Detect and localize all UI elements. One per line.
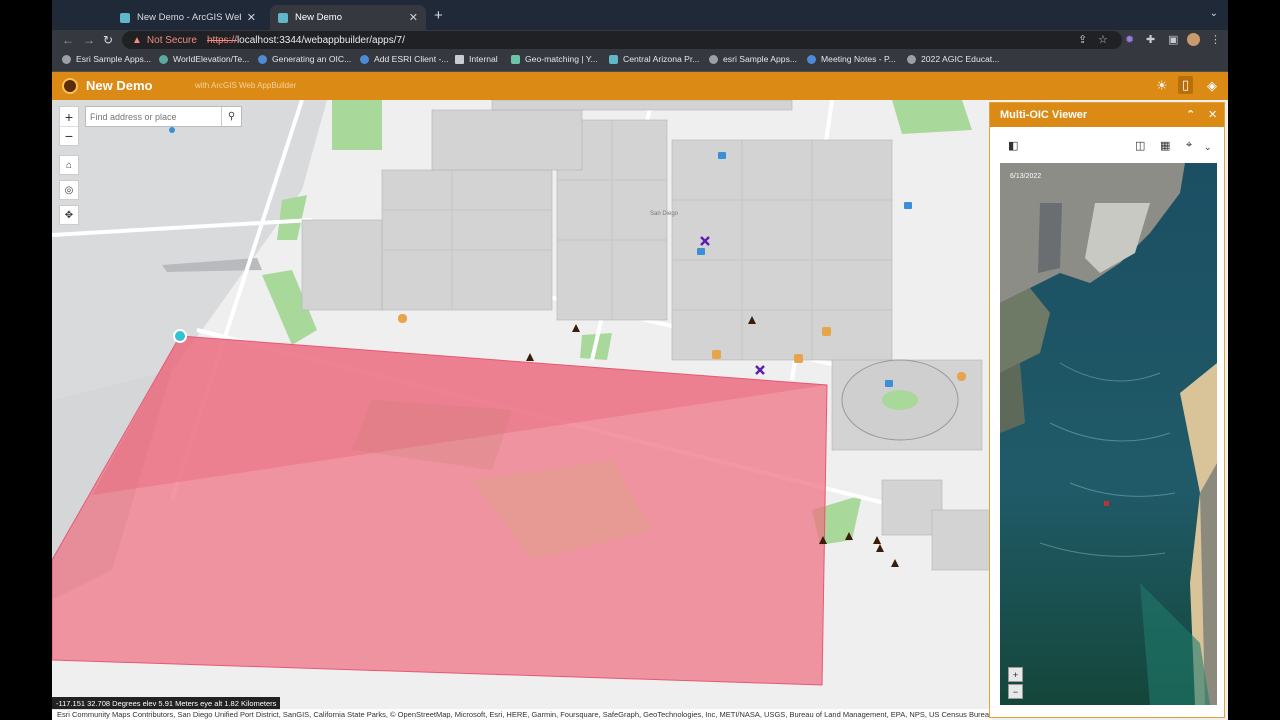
forward-arrow-icon[interactable]: → — [83, 33, 95, 47]
tab-new-demo[interactable]: New Demo ✕ — [270, 5, 426, 30]
zoom-in-button[interactable]: + — [60, 107, 78, 126]
locate-button[interactable]: ◎ — [59, 180, 79, 200]
folder-icon — [455, 54, 464, 64]
zoom-in-icon: + — [1012, 669, 1019, 680]
bookmark-item[interactable]: Geo-matching | Y... — [511, 54, 598, 64]
profile-avatar[interactable] — [1187, 33, 1200, 46]
panel-header: Multi-OIC Viewer ⌃ ✕ — [990, 103, 1224, 127]
address-bar-row: ← → ↻ ▲ Not Secure https:// localhost:33… — [52, 30, 1228, 50]
globe-icon — [709, 54, 718, 64]
warning-triangle-icon: ▲ — [132, 34, 142, 46]
bookmark-item[interactable]: Central Arizona Pr... — [609, 54, 699, 64]
photo-zoom-out-button[interactable]: − — [1008, 684, 1023, 699]
bookmark-item[interactable]: Generating an OIC... — [258, 54, 351, 64]
photo-zoom-in-button[interactable]: + — [1008, 667, 1023, 682]
app-header: New Demo with ArcGIS Web AppBuilder ☀ ▯ … — [52, 72, 1228, 100]
home-icon: ⌂ — [65, 159, 73, 171]
zoom-control: + − — [59, 106, 79, 146]
bookmark-label: Geo-matching | Y... — [525, 54, 598, 64]
tab-title: New Demo — [295, 12, 342, 23]
bookmark-item[interactable]: WorldElevation/Te... — [159, 54, 249, 64]
bookmark-label: Meeting Notes - P... — [821, 54, 896, 64]
bookmark-item[interactable]: Internal — [455, 54, 498, 64]
close-tab-icon[interactable]: ✕ — [247, 11, 256, 24]
reload-icon[interactable]: ↻ — [103, 33, 113, 47]
oic-widget-icon[interactable]: ▯ — [1178, 76, 1194, 94]
street-label: San Diego — [650, 211, 679, 217]
new-tab-plus-icon[interactable]: + — [434, 7, 443, 24]
bookmark-label: Central Arizona Pr... — [623, 54, 700, 64]
tab-search-chevron-icon[interactable]: ⌄ — [1210, 8, 1218, 19]
camera-icon[interactable]: ◧ — [1008, 139, 1018, 152]
star-icon[interactable]: ☆ — [1098, 33, 1108, 46]
geo-icon — [511, 54, 520, 64]
layers-icon[interactable]: ◫ — [1135, 139, 1145, 152]
globe-icon — [907, 54, 916, 64]
image-icon[interactable]: ▦ — [1160, 139, 1170, 152]
bookmark-label: Esri Sample Apps... — [76, 54, 151, 64]
panel-title: Multi-OIC Viewer — [1000, 109, 1088, 121]
bookmark-label: WorldElevation/Te... — [173, 54, 250, 64]
bookmark-item[interactable]: Add ESRI Client -... — [360, 54, 449, 64]
map-attribution: Esri Community Maps Contributors, San Di… — [52, 709, 992, 720]
oblique-photo — [1000, 163, 1217, 705]
zoom-out-button[interactable]: − — [60, 126, 78, 145]
oblique-image-view[interactable]: 6/13/2022 + − — [1000, 163, 1217, 705]
sidepanel-icon[interactable]: ▣ — [1168, 33, 1178, 46]
tab-webappbuilder[interactable]: New Demo - ArcGIS Web AppB ✕ — [112, 5, 264, 30]
url-text: localhost:3344/webappbuilder/apps/7/ — [236, 34, 405, 46]
collapse-chevron-icon[interactable]: ⌃ — [1186, 108, 1195, 121]
url-field[interactable]: ▲ Not Secure https:// localhost:3344/web… — [122, 31, 1122, 49]
home-button[interactable]: ⌂ — [59, 155, 79, 175]
pan-button[interactable]: ✥ — [59, 205, 79, 225]
bookmark-label: Add ESRI Client -... — [374, 54, 449, 64]
search-icon: ⚲ — [227, 111, 236, 122]
bookmark-item[interactable]: 2022 AGIC Educat... — [907, 54, 999, 64]
extension-icon[interactable]: ✹ — [1125, 33, 1134, 46]
image-date-label: 6/13/2022 — [1010, 173, 1042, 180]
arcgis-icon — [609, 54, 618, 64]
bookmark-label: 2022 AGIC Educat... — [921, 54, 1000, 64]
share-icon[interactable]: ⇪ — [1078, 33, 1087, 46]
bookmark-label: Generating an OIC... — [272, 54, 352, 64]
app-subtitle: with ArcGIS Web AppBuilder — [195, 81, 297, 90]
arcgis-favicon-icon — [120, 12, 130, 23]
bookmark-label: esri Sample Apps... — [723, 54, 798, 64]
back-arrow-icon[interactable]: ← — [62, 33, 74, 47]
search-button[interactable]: ⚲ — [221, 107, 241, 126]
search-input[interactable] — [86, 107, 221, 126]
menu-kebab-icon[interactable]: ⋮ — [1210, 33, 1221, 46]
globe-icon — [62, 54, 71, 64]
app-logo — [62, 78, 78, 94]
browser-window: New Demo - ArcGIS Web AppB ✕ New Demo ✕ … — [52, 0, 1228, 720]
tab-strip: New Demo - ArcGIS Web AppB ✕ New Demo ✕ … — [52, 0, 1228, 30]
app-title: New Demo — [86, 78, 153, 93]
locate-icon: ◎ — [64, 184, 74, 196]
search-widget: ⚲ — [85, 106, 242, 127]
esri-icon — [807, 54, 816, 64]
esri-icon — [360, 54, 369, 64]
esri-icon — [258, 54, 267, 64]
layers-icon[interactable]: ◈ — [1207, 78, 1217, 94]
globe-icon — [159, 54, 168, 64]
bookmark-label: Internal — [469, 54, 498, 64]
move-icon: ✥ — [64, 209, 74, 221]
zoom-out-icon: − — [1012, 686, 1019, 697]
bookmark-item[interactable]: esri Sample Apps... — [709, 54, 797, 64]
security-label[interactable]: Not Secure — [147, 35, 197, 46]
sun-icon[interactable]: ☀ — [1156, 78, 1168, 94]
bookmark-item[interactable]: Meeting Notes - P... — [807, 54, 896, 64]
crosshair-icon[interactable]: ⌖ — [1186, 139, 1192, 152]
close-tab-icon[interactable]: ✕ — [409, 11, 418, 24]
bookmark-item[interactable]: Esri Sample Apps... — [62, 54, 151, 64]
tab-title: New Demo - ArcGIS Web AppB — [137, 12, 241, 23]
url-scheme: https:// — [206, 34, 237, 46]
chevron-down-icon[interactable]: ⌄ — [1204, 142, 1212, 153]
bookmarks-bar: Esri Sample Apps... WorldElevation/Te...… — [52, 50, 1228, 72]
puzzle-icon[interactable]: ✚ — [1146, 33, 1155, 46]
oic-viewer-panel: Multi-OIC Viewer ⌃ ✕ ◧ ◫ ▦ ⌖ ⌄ 6/13/2022… — [989, 102, 1225, 718]
arcgis-favicon-icon — [278, 12, 288, 23]
close-icon[interactable]: ✕ — [1208, 108, 1217, 121]
